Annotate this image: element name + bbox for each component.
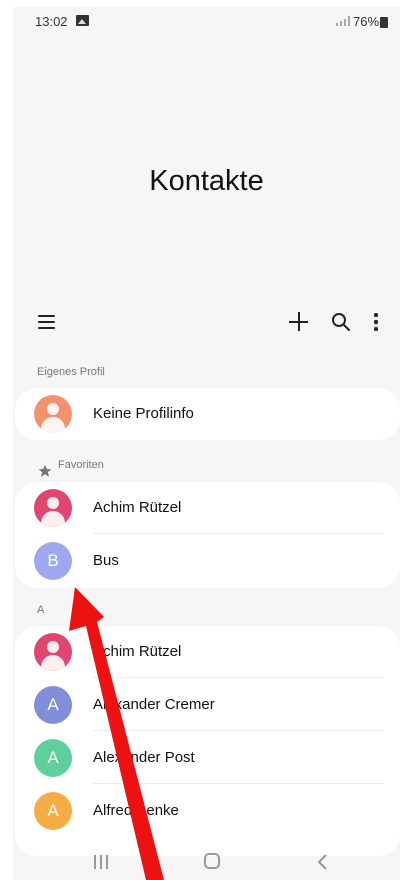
divider: [93, 533, 384, 534]
toolbar: [13, 301, 400, 341]
section-label-a: A: [37, 604, 45, 616]
avatar: B: [34, 542, 72, 580]
divider: [93, 730, 384, 731]
divider: [93, 677, 384, 678]
profile-avatar: [34, 395, 72, 433]
section-label-profile: Eigenes Profil: [37, 366, 105, 378]
home-icon[interactable]: [204, 853, 220, 869]
contact-name: Alexander Cremer: [93, 696, 215, 713]
divider: [93, 783, 384, 784]
gallery-icon: [76, 15, 89, 26]
section-label-favorites: Favoriten: [58, 459, 104, 471]
more-options-icon[interactable]: [373, 313, 379, 331]
list-item[interactable]: A Alexander Post: [15, 732, 400, 784]
contact-name: Alexander Post: [93, 749, 195, 766]
signal-icon: [336, 16, 350, 26]
recents-icon[interactable]: [93, 855, 109, 869]
contact-name: Alfred Benke: [93, 802, 179, 819]
avatar: [34, 489, 72, 527]
list-item[interactable]: Achim Rützel: [15, 482, 400, 534]
page-title: Kontakte: [149, 165, 264, 197]
contact-name: Bus: [93, 552, 119, 569]
status-bar: 13:02 76%: [13, 7, 400, 37]
profile-card: Keine Profilinfo: [15, 388, 400, 440]
menu-icon[interactable]: [38, 315, 55, 329]
profile-name: Keine Profilinfo: [93, 405, 194, 422]
status-time: 13:02: [35, 14, 68, 29]
favorites-card: Achim Rützel B Bus: [15, 482, 400, 588]
avatar: A: [34, 792, 72, 830]
add-icon[interactable]: [289, 312, 308, 331]
search-icon[interactable]: [331, 312, 350, 331]
avatar: A: [34, 739, 72, 777]
profile-row[interactable]: Keine Profilinfo: [15, 388, 400, 440]
list-item[interactable]: A Alexander Cremer: [15, 679, 400, 731]
list-item[interactable]: Achim Rützel: [15, 626, 400, 678]
back-icon[interactable]: [316, 853, 330, 871]
avatar: A: [34, 686, 72, 724]
contacts-card-a: Achim Rützel A Alexander Cremer A Alexan…: [15, 626, 400, 856]
list-item[interactable]: A Alfred Benke: [15, 785, 400, 837]
avatar: [34, 633, 72, 671]
battery-icon: [380, 17, 388, 28]
navigation-bar: [13, 841, 400, 880]
contacts-screen: 13:02 76% Kontakte Eigenes Profil Keine: [13, 7, 400, 880]
battery-percent: 76%: [353, 14, 380, 29]
contact-name: Achim Rützel: [93, 643, 182, 660]
contact-name: Achim Rützel: [93, 499, 182, 516]
star-icon: [38, 464, 52, 477]
list-item[interactable]: B Bus: [15, 535, 400, 587]
